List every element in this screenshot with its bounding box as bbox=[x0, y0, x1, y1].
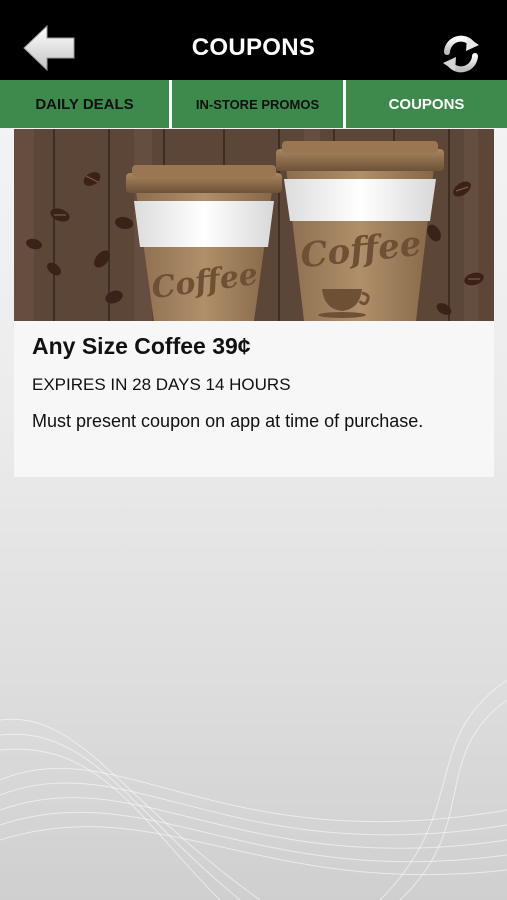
top-bar: COUPONS bbox=[0, 0, 507, 80]
refresh-button[interactable] bbox=[439, 34, 483, 74]
page-title: COUPONS bbox=[191, 34, 316, 61]
coupon-description: Must present coupon on app at time of pu… bbox=[32, 411, 424, 431]
coupon-card[interactable]: Coffee Coffee Any Size Coffee 39¢ EXPIRE… bbox=[14, 129, 494, 477]
tab-coupons[interactable]: COUPONS bbox=[346, 80, 507, 128]
tab-in-store-promos[interactable]: IN-STORE PROMOS bbox=[172, 80, 343, 128]
background-waves bbox=[0, 679, 507, 900]
refresh-icon bbox=[443, 35, 479, 73]
tab-bar: DAILY DEALS IN-STORE PROMOS COUPONS bbox=[0, 80, 507, 128]
tab-daily-deals[interactable]: DAILY DEALS bbox=[0, 80, 169, 128]
coupon-image: Coffee Coffee bbox=[14, 129, 494, 321]
coupon-expiry: EXPIRES IN 28 DAYS 14 HOURS bbox=[32, 375, 291, 394]
coupon-title: Any Size Coffee 39¢ bbox=[32, 333, 251, 359]
